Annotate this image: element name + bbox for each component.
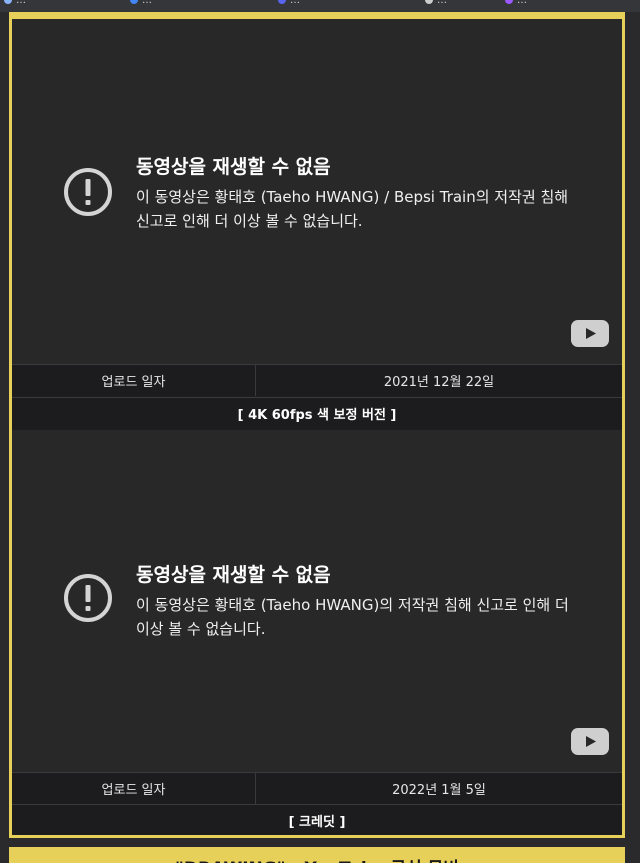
- upload-date-row: 업로드 일자 2021년 12월 22일: [12, 364, 622, 396]
- bookmark-item[interactable]: …: [425, 0, 447, 6]
- error-message: 이 동영상은 황태호 (Taeho HWANG)의 저작권 침해 신고로 인해 …: [136, 596, 569, 638]
- bookmark-icon: [130, 0, 138, 4]
- github-icon: [425, 0, 433, 4]
- youtube-logo-icon[interactable]: [571, 728, 609, 755]
- error-message: 이 동영상은 황태호 (Taeho HWANG) / Bepsi Train의 …: [136, 188, 569, 230]
- section-title: "DRAWING" - YouTube 공식 뮤비: [9, 854, 625, 863]
- upload-date-row: 업로드 일자 2022년 1월 5일: [12, 772, 622, 804]
- section-header: "DRAWING" - YouTube 공식 뮤비: [9, 847, 625, 863]
- youtube-logo-icon[interactable]: [571, 320, 609, 347]
- video-table: 동영상을 재생할 수 없음 이 동영상은 황태호 (Taeho HWANG) /…: [9, 12, 625, 838]
- video-caption: [ 크레딧 ]: [12, 804, 622, 835]
- video-caption: [ 4K 60fps 색 보정 버전 ]: [12, 397, 622, 429]
- video-embed-2[interactable]: 동영상을 재생할 수 없음 이 동영상은 황태호 (Taeho HWANG)의 …: [12, 430, 622, 772]
- upload-date-value: 2022년 1월 5일: [392, 783, 486, 798]
- error-title: 동영상을 재생할 수 없음: [136, 156, 331, 178]
- error-title: 동영상을 재생할 수 없음: [136, 564, 331, 586]
- upload-date-label: 업로드 일자: [12, 365, 256, 396]
- upload-date-value: 2021년 12월 22일: [383, 375, 495, 390]
- bookmark-item[interactable]: …: [505, 0, 527, 6]
- bookmarks-bar: … … … … …: [0, 0, 640, 12]
- bookmark-icon: [278, 0, 286, 4]
- bookmark-item[interactable]: …: [278, 0, 300, 6]
- bookmark-icon: [505, 0, 513, 4]
- bookmark-item[interactable]: …: [4, 0, 26, 6]
- video-embed-1[interactable]: 동영상을 재생할 수 없음 이 동영상은 황태호 (Taeho HWANG) /…: [12, 19, 622, 364]
- error-icon: [64, 574, 112, 622]
- upload-date-label: 업로드 일자: [12, 773, 256, 804]
- bookmark-icon: [4, 0, 12, 4]
- bookmark-item[interactable]: …: [130, 0, 152, 6]
- error-icon: [64, 168, 112, 216]
